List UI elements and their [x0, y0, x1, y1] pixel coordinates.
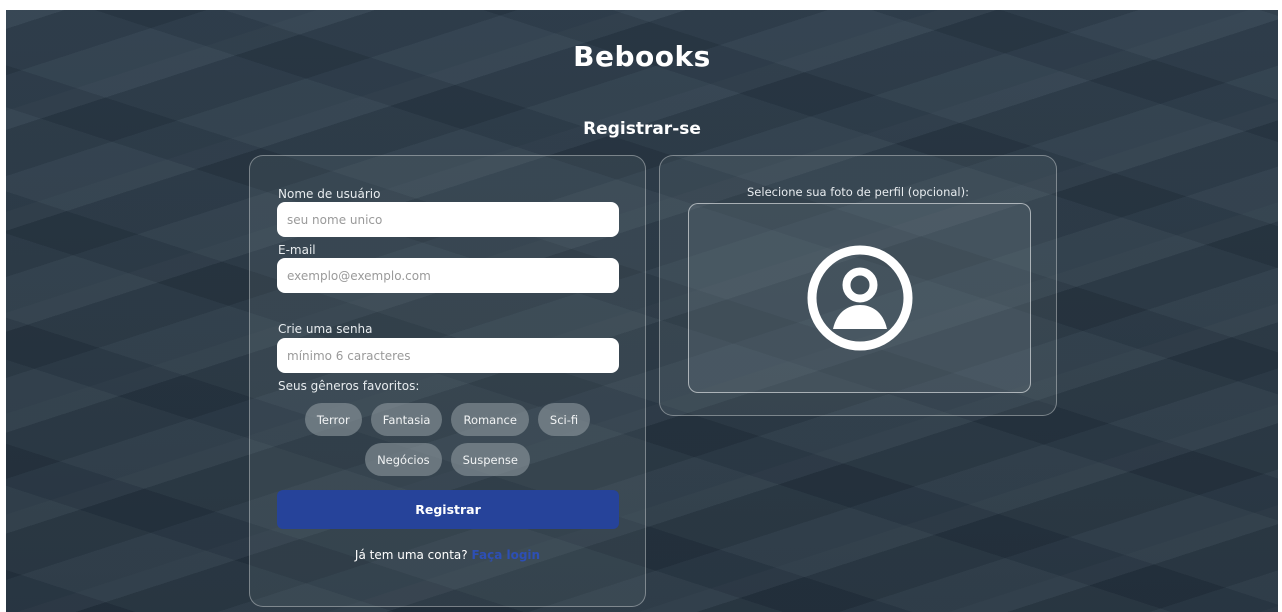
username-label: Nome de usuário — [278, 187, 381, 201]
profile-photo-picker[interactable] — [688, 203, 1031, 393]
profile-photo-card: Selecione sua foto de perfil (opcional): — [659, 155, 1057, 416]
email-input[interactable] — [277, 258, 619, 293]
genre-chip-negocios[interactable]: Negócios — [365, 443, 442, 476]
genre-chip-suspense[interactable]: Suspense — [450, 443, 530, 476]
register-form-card: Nome de usuário E-mail Crie uma senha Se… — [249, 155, 646, 607]
genre-chips-row-1: Terror Fantasia Romance Sci-fi — [250, 403, 645, 436]
login-prompt-text: Já tem uma conta? — [354, 548, 468, 562]
email-label: E-mail — [278, 243, 316, 257]
password-label: Crie uma senha — [278, 322, 373, 336]
genre-chips-row-2: Negócios Suspense — [250, 443, 645, 476]
login-prompt: Já tem uma conta? Faça login — [250, 548, 645, 562]
profile-photo-label: Selecione sua foto de perfil (opcional): — [747, 185, 969, 199]
register-button[interactable]: Registrar — [277, 490, 619, 529]
genre-chip-romance[interactable]: Romance — [451, 403, 529, 436]
password-input[interactable] — [277, 338, 619, 373]
username-input[interactable] — [277, 202, 619, 237]
brand-logo: Bebooks — [573, 40, 711, 73]
login-link[interactable]: Faça login — [471, 548, 540, 562]
genre-chip-terror[interactable]: Terror — [304, 403, 362, 436]
page-title: Registrar-se — [583, 119, 701, 139]
register-screen: Bebooks Registrar-se Nome de usuário E-m… — [6, 10, 1278, 612]
genre-chip-sci-fi[interactable]: Sci-fi — [537, 403, 591, 436]
genres-label: Seus gêneros favoritos: — [278, 379, 420, 393]
genre-chip-fantasia[interactable]: Fantasia — [370, 403, 443, 436]
user-circle-icon — [807, 245, 912, 351]
